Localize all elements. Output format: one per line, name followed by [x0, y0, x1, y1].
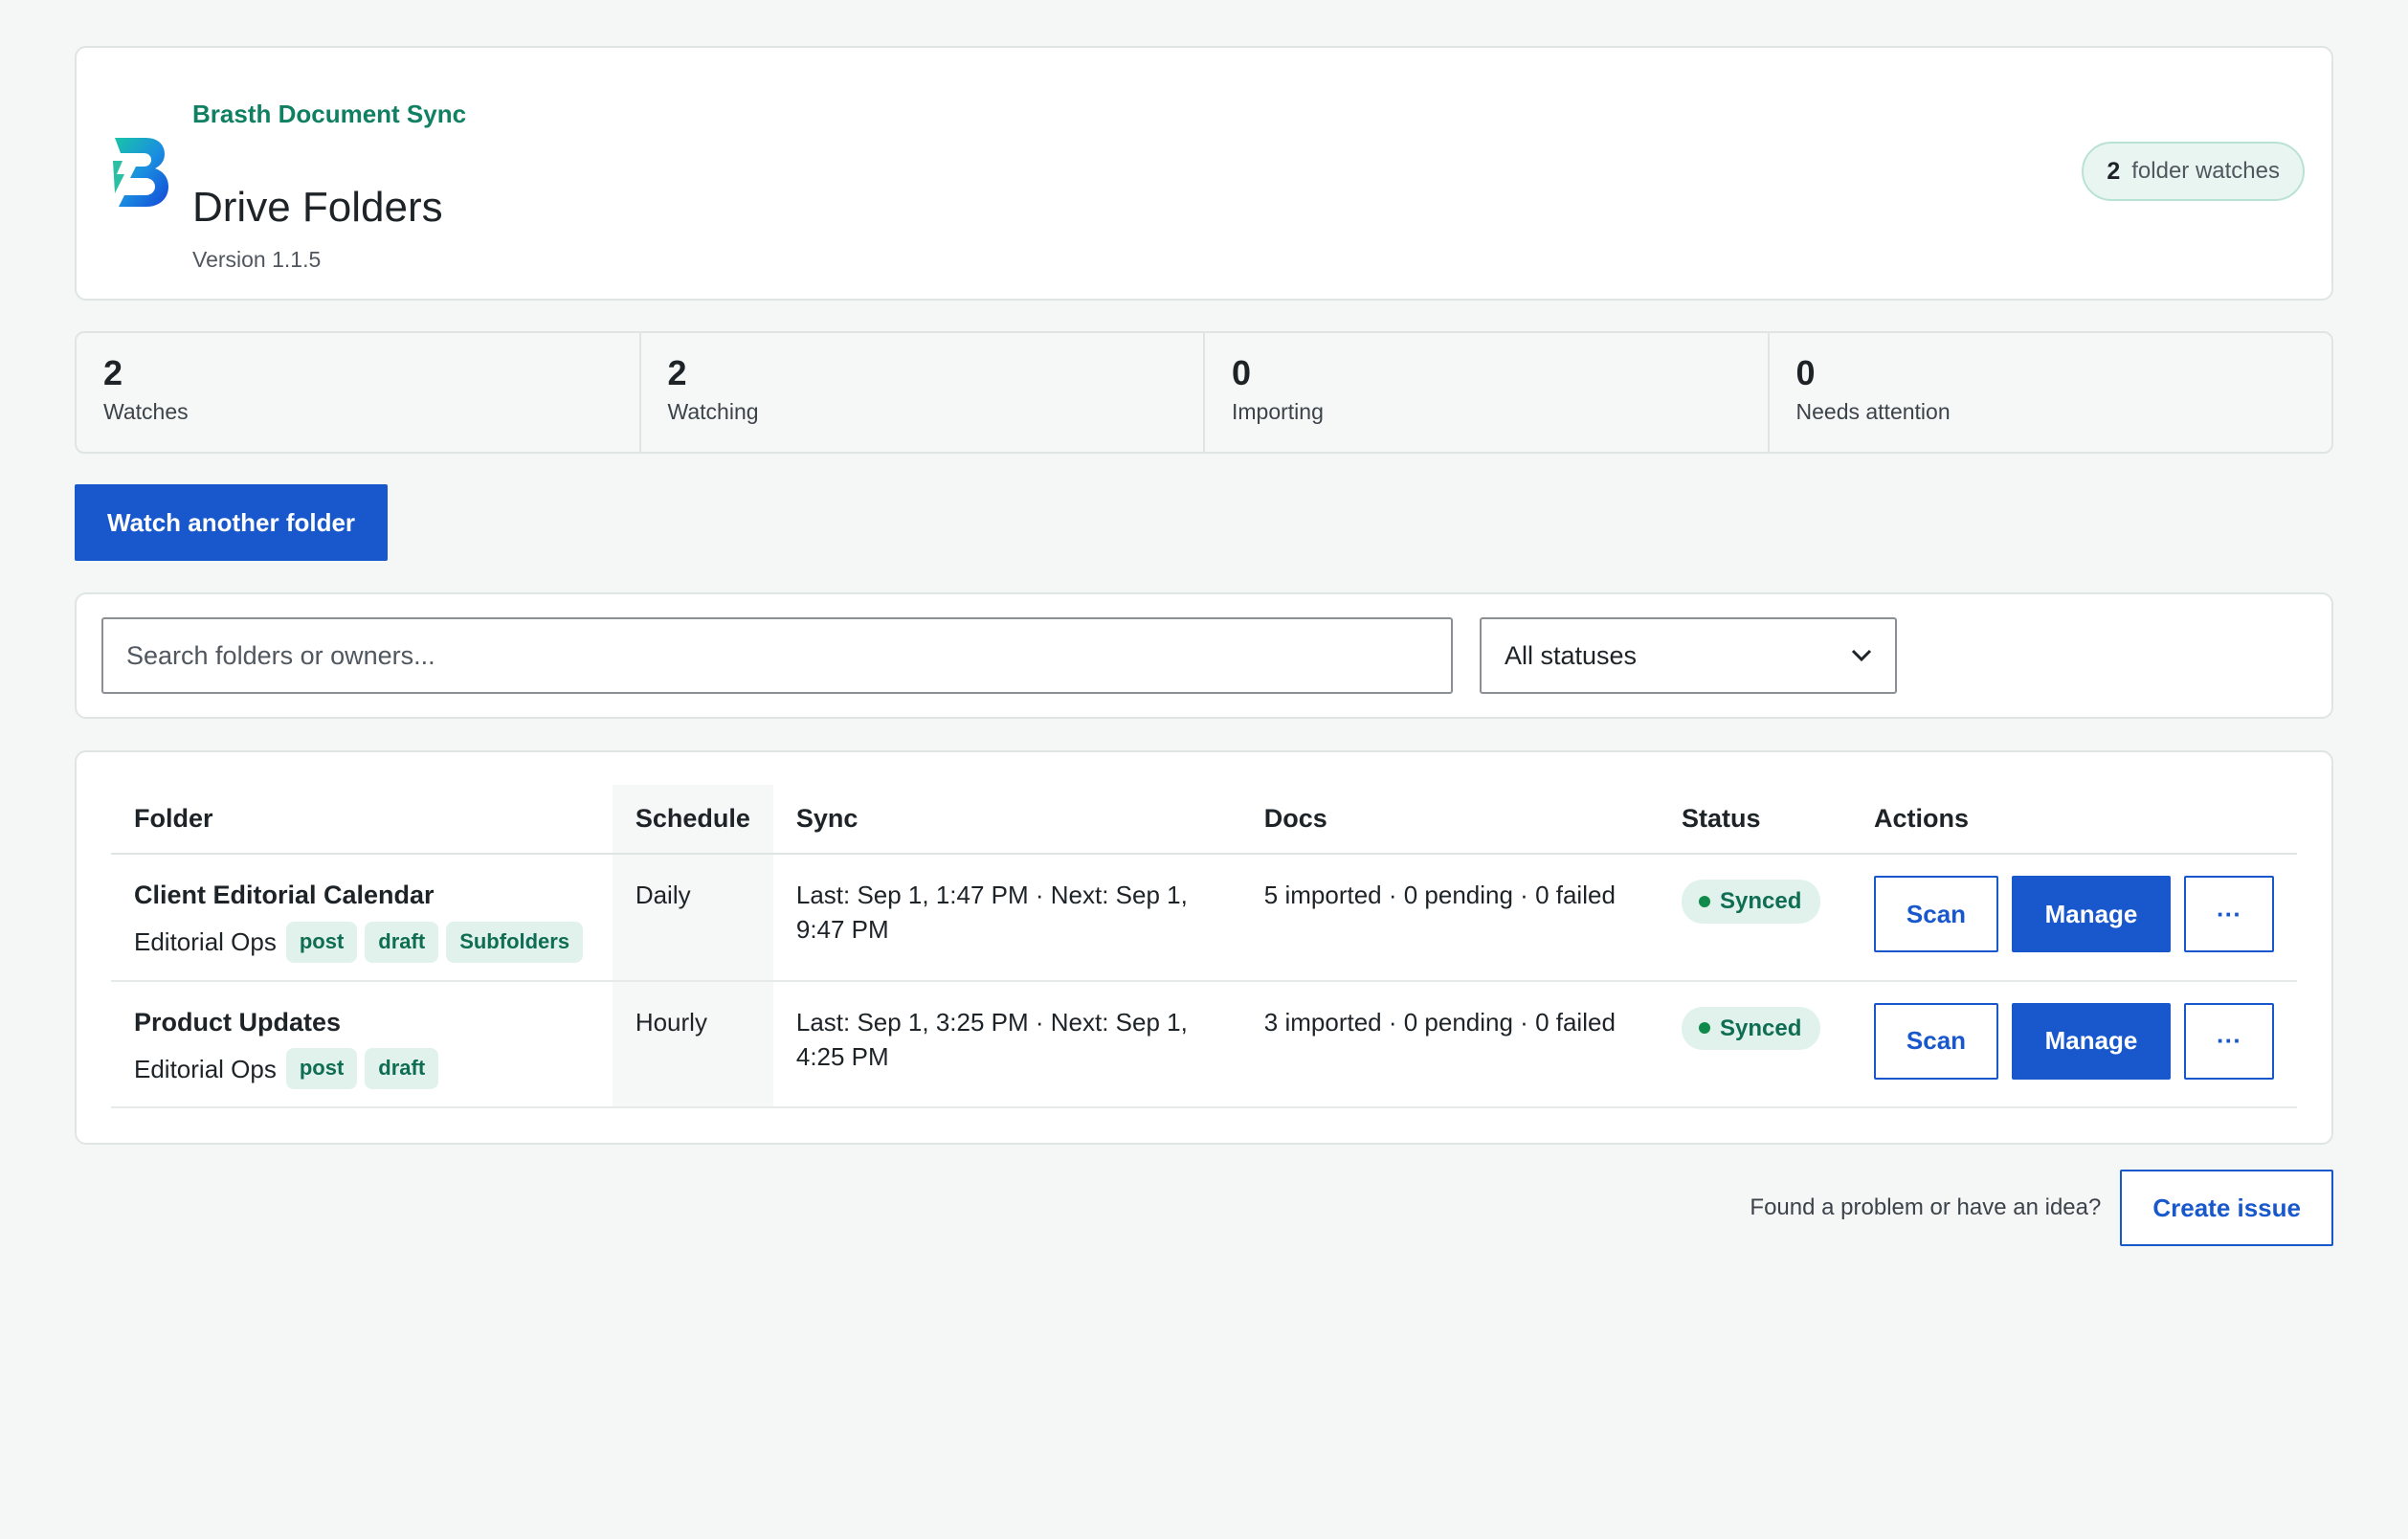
stat-label: Watching: [667, 399, 759, 425]
folder-cell: Client Editorial Calendar Editorial Ops …: [111, 854, 613, 982]
folder-watches-badge: 2 folder watches: [2082, 142, 2305, 201]
folder-owner: Editorial Ops: [134, 927, 277, 956]
row-actions: Scan Manage ···: [1874, 876, 2274, 952]
folder-watches-label: folder watches: [2131, 158, 2280, 184]
filter-bar: Search folders or owners... All statuses: [75, 592, 2333, 719]
page: Brasth Document Sync Drive Folders Versi…: [75, 46, 2333, 1247]
docs-cell: 3 imported · 0 pending · 0 failed: [1240, 980, 1659, 1109]
folder-name[interactable]: Product Updates: [134, 1005, 590, 1041]
column-header-actions: Actions: [1851, 785, 2297, 855]
stat-value: 2: [103, 353, 123, 392]
manage-button[interactable]: Manage: [2012, 876, 2171, 952]
status-cell: Synced: [1658, 854, 1851, 982]
manage-button[interactable]: Manage: [2012, 1002, 2171, 1080]
folder-meta: Editorial Ops post draft Subfolders: [134, 921, 590, 963]
stats-bar: 2 Watches 2 Watching 0 Importing 0 Needs…: [75, 331, 2333, 454]
status-label: Synced: [1719, 888, 1802, 914]
stat-watching: 2 Watching: [641, 333, 1205, 452]
sync-cell: Last: Sep 1, 3:25 PM · Next: Sep 1, 4:25…: [772, 980, 1241, 1109]
status-label: Synced: [1719, 1015, 1802, 1041]
watch-another-folder-button[interactable]: Watch another folder: [75, 484, 389, 561]
column-header-sync: Sync: [772, 785, 1241, 855]
schedule-cell: Hourly: [612, 980, 773, 1109]
column-header-status: Status: [1658, 785, 1851, 855]
header-card: Brasth Document Sync Drive Folders Versi…: [75, 46, 2333, 301]
search-placeholder: Search folders or owners...: [126, 640, 435, 670]
column-header-schedule: Schedule: [612, 785, 773, 855]
folder-watches-count: 2: [2107, 157, 2121, 185]
folders-table: Folder Schedule Sync Docs Status Actions…: [111, 785, 2297, 1109]
search-input[interactable]: Search folders or owners...: [101, 617, 1453, 694]
feedback-text: Found a problem or have an idea?: [1750, 1194, 2102, 1221]
table-row: Client Editorial Calendar Editorial Ops …: [111, 854, 2297, 982]
row-actions: Scan Manage ···: [1874, 1002, 2274, 1080]
more-actions-button[interactable]: ···: [2184, 876, 2274, 952]
tag: Subfolders: [446, 921, 584, 963]
docs-cell: 5 imported · 0 pending · 0 failed: [1240, 854, 1659, 982]
create-issue-button[interactable]: Create issue: [2120, 1170, 2333, 1247]
version-label: Version 1.1.5: [192, 247, 322, 272]
folder-name[interactable]: Client Editorial Calendar: [134, 878, 590, 914]
status-dot-icon: [1698, 1022, 1710, 1035]
stat-value: 0: [1795, 353, 1816, 392]
column-header-docs: Docs: [1240, 785, 1659, 855]
status-filter-value: All statuses: [1505, 640, 1638, 670]
tag: post: [285, 1048, 358, 1090]
sync-cell: Last: Sep 1, 1:47 PM · Next: Sep 1, 9:47…: [772, 854, 1241, 982]
folder-owner: Editorial Ops: [134, 1054, 277, 1083]
status-badge: Synced: [1681, 880, 1821, 924]
schedule-cell: Daily: [612, 854, 773, 982]
chevron-down-icon: [1851, 649, 1872, 662]
tag: post: [285, 921, 358, 963]
page-title: Drive Folders: [192, 184, 443, 231]
status-badge: Synced: [1681, 1006, 1821, 1051]
status-cell: Synced: [1658, 980, 1851, 1109]
status-dot-icon: [1698, 895, 1710, 907]
more-actions-button[interactable]: ···: [2184, 1002, 2274, 1080]
stat-label: Needs attention: [1795, 399, 1951, 425]
column-header-folder: Folder: [111, 785, 613, 855]
stat-value: 0: [1232, 353, 1252, 392]
scan-button[interactable]: Scan: [1874, 876, 1998, 952]
stat-label: Watches: [103, 399, 189, 425]
stat-watches: 2 Watches: [77, 333, 641, 452]
stat-importing: 0 Importing: [1205, 333, 1770, 452]
table-row: Product Updates Editorial Ops post draft…: [111, 980, 2297, 1109]
actions-cell: Scan Manage ···: [1851, 980, 2297, 1109]
table-header-row: Folder Schedule Sync Docs Status Actions: [111, 785, 2297, 855]
actions-cell: Scan Manage ···: [1851, 854, 2297, 982]
tag: draft: [365, 921, 439, 963]
folder-meta: Editorial Ops post draft: [134, 1048, 590, 1090]
brasth-logo-icon: [113, 138, 168, 207]
status-filter-select[interactable]: All statuses: [1480, 617, 1897, 694]
brand-name: Brasth Document Sync: [192, 100, 467, 128]
feedback-footer: Found a problem or have an idea? Create …: [75, 1170, 2333, 1247]
tag: draft: [365, 1048, 439, 1090]
folders-table-card: Folder Schedule Sync Docs Status Actions…: [75, 750, 2333, 1146]
stat-value: 2: [667, 353, 687, 392]
stat-label: Importing: [1232, 399, 1324, 425]
stat-needs-attention: 0 Needs attention: [1770, 333, 2332, 452]
scan-button[interactable]: Scan: [1874, 1002, 1998, 1080]
folder-cell: Product Updates Editorial Ops post draft: [111, 980, 613, 1109]
